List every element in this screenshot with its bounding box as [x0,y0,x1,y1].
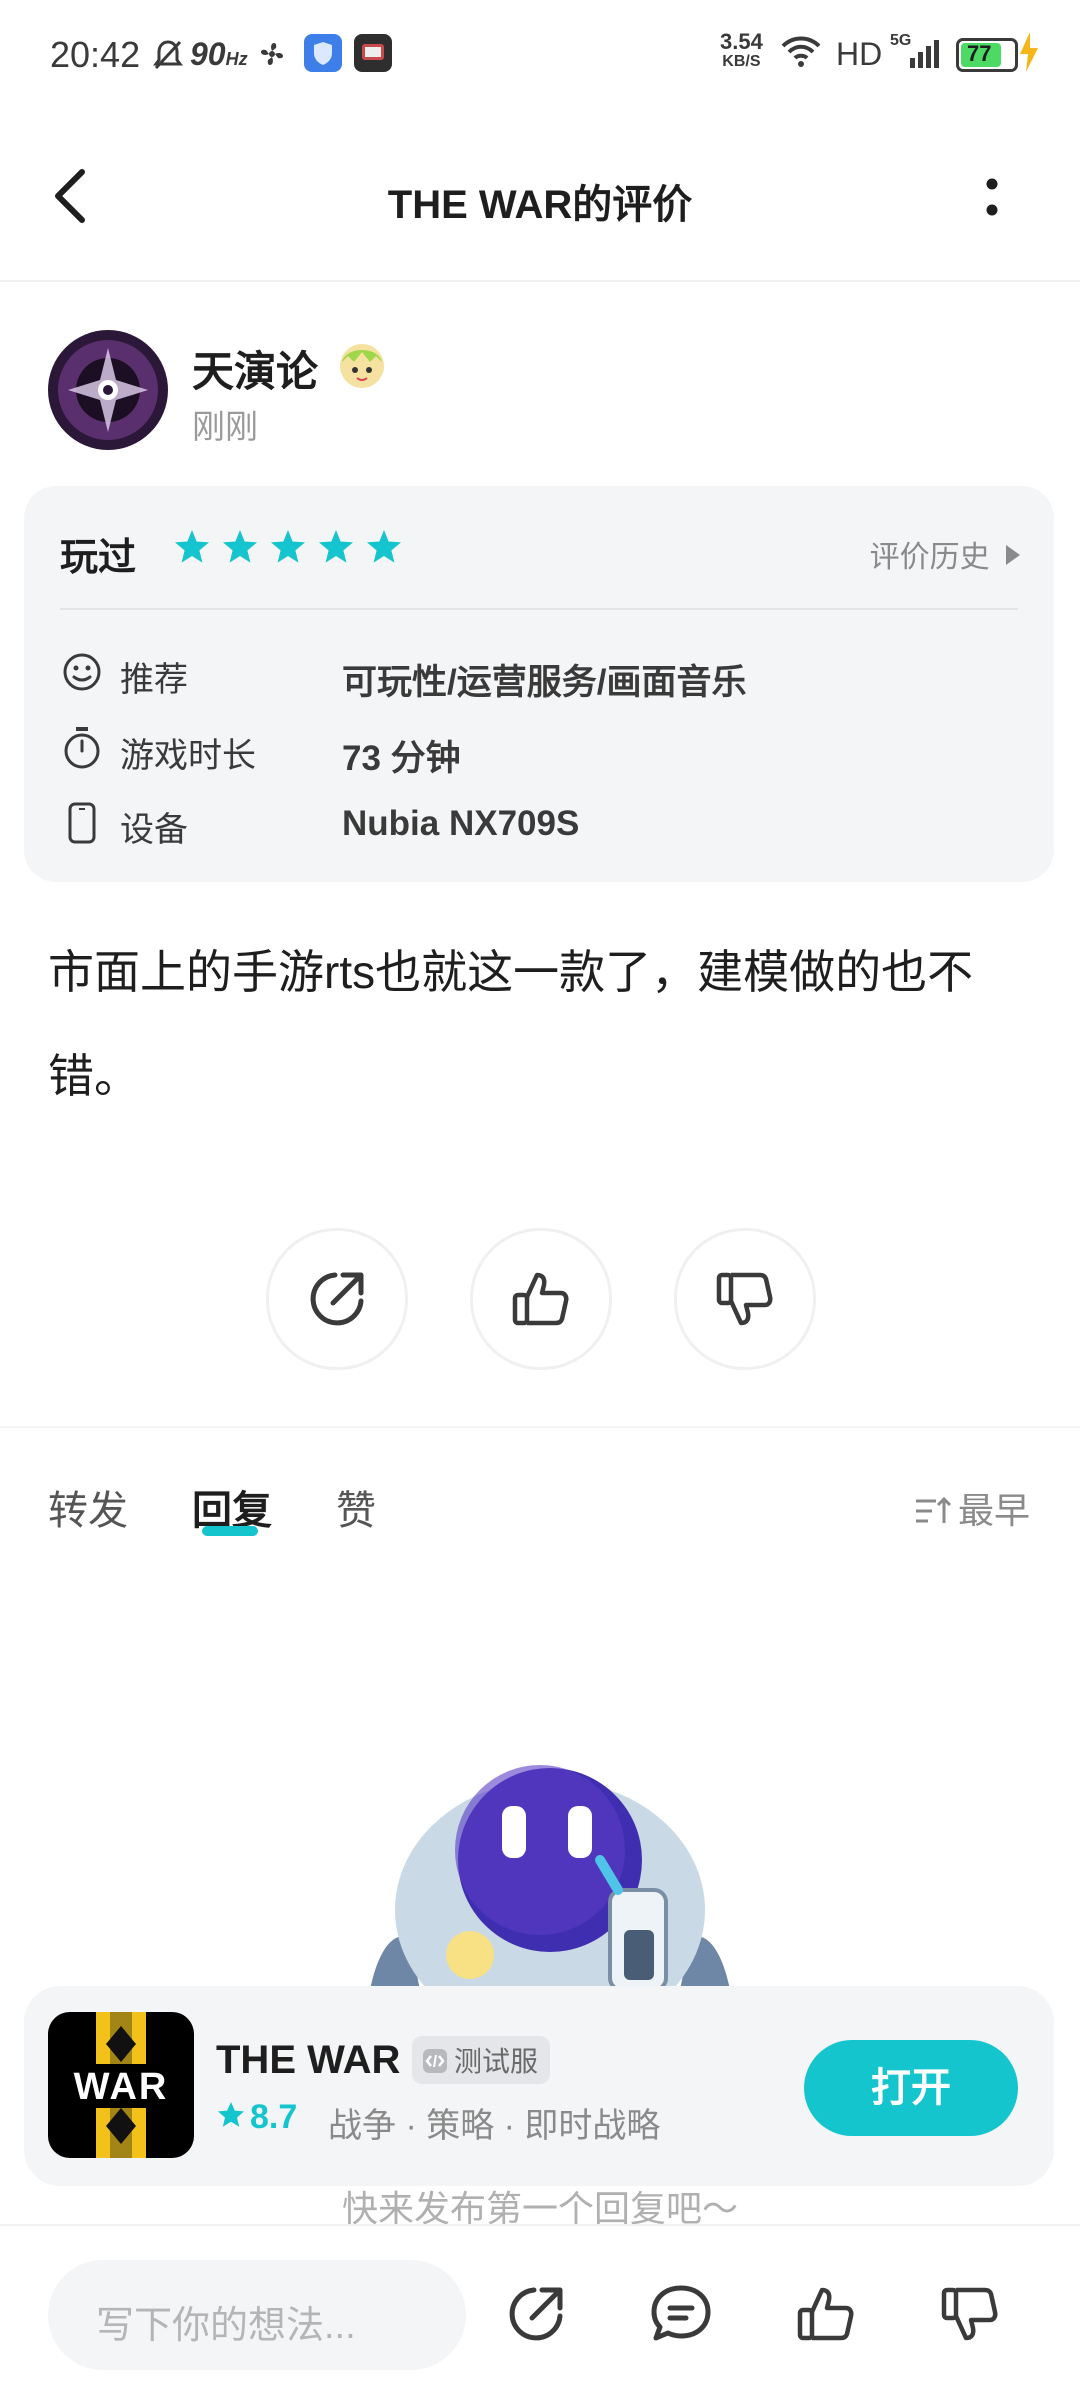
comment-input[interactable]: 写下你的想法... [48,2260,466,2370]
open-game-button[interactable]: 打开 [804,2040,1018,2136]
post-time: 刚刚 [192,408,258,445]
review-history-link[interactable]: 评价历史 [870,532,1020,576]
like-button[interactable] [470,1228,612,1370]
game-card[interactable]: WAR THE WAR 测试服 8.7 战争 · 策略 · 即时战略 打开 [24,1986,1054,2186]
phone-icon [68,802,96,844]
wifi-icon [780,34,822,70]
tab-likes[interactable]: 赞 [336,1478,376,1536]
game-logo[interactable]: WAR [48,2012,194,2158]
game-rating: 8.7 [216,2098,297,2137]
code-icon [422,2048,448,2074]
username[interactable]: 天演论 [192,338,388,399]
tab-forward[interactable]: 转发 [48,1478,128,1536]
star-icon [271,530,305,563]
charging-icon [1018,32,1040,72]
hd-indicator: HD [836,36,883,72]
active-tab-indicator [202,1526,258,1536]
status-time: 20:42 [50,34,141,75]
comment-icon[interactable] [648,2282,714,2346]
card-divider [60,608,1018,610]
username-text[interactable]: 天演论 [192,348,318,395]
shield-app-icon [304,34,342,72]
sort-icon [914,1495,952,1527]
more-options-icon[interactable] [984,176,1000,220]
row-label-device: 设备 [120,811,188,849]
app-notification-icon [354,34,392,72]
row-value-recommend: 可玩性/运营服务/画面音乐 [342,663,747,702]
status-bar: 20:42 90Hz 3.54 KB/S HD 5G 77 [0,0,1080,110]
game-tags: 战争 · 策略 · 即时战略 [328,2107,661,2145]
review-history-label[interactable]: 评价历史 [870,541,990,574]
game-rating-value: 8.7 [250,2098,298,2136]
test-server-label: 测试服 [454,2046,539,2077]
network-speed: 3.54 KB/S [720,29,763,72]
section-divider [0,1426,1080,1428]
thumbs-down-icon[interactable] [938,2282,1002,2346]
thumbs-up-icon [509,1267,573,1331]
bottom-action-bar: 写下你的想法... [0,2224,1080,2402]
share-icon [305,1267,369,1331]
share-button[interactable] [266,1228,408,1370]
played-label: 玩过 [60,537,137,579]
smile-icon [62,652,102,692]
rating-star-icon [216,2100,246,2130]
network-type: 5G [890,32,912,49]
dislike-button[interactable] [674,1228,816,1370]
thumbs-up-icon[interactable] [794,2282,858,2346]
network-speed-value: 3.54 [720,29,763,54]
user-badge-icon [336,340,388,392]
network-speed-unit: KB/S [722,53,761,70]
game-name[interactable]: THE WAR [216,2038,400,2083]
test-server-badge: 测试服 [412,2036,551,2084]
timer-icon [62,726,102,770]
page-title: THE WAR的评价 [387,183,693,227]
star-rating [174,528,414,568]
row-value-device: Nubia NX709S [342,804,580,843]
avatar[interactable] [48,330,168,450]
review-content: 市面上的手游rts也就这一款了，建模做的也不错。 [48,946,974,1102]
play-arrow-icon [1006,545,1020,565]
game-logo-text: WAR [73,2066,169,2108]
star-icon [319,530,353,563]
refresh-rate-unit: Hz [225,49,248,69]
star-icon [367,530,401,563]
mute-icon [152,38,184,72]
row-label-recommend: 推荐 [120,661,188,699]
battery-level: 77 [967,41,992,66]
row-label-playtime: 游戏时长 [120,737,256,775]
star-icon [223,530,257,563]
top-app-bar: THE WAR的评价 [0,110,1080,282]
share-icon[interactable] [504,2282,568,2346]
comment-input-placeholder[interactable]: 写下你的想法... [96,2294,356,2349]
fan-icon [256,38,288,70]
review-info-card: 玩过 评价历史 推荐 可玩性/运营服务/画面音乐 游戏时长 73 分钟 设备 N… [24,486,1054,882]
star-icon [175,530,209,563]
refresh-rate-value: 90 [190,36,226,72]
thumbs-down-icon [713,1267,777,1331]
sort-button[interactable]: 最早 [914,1482,1030,1534]
sort-label[interactable]: 最早 [958,1490,1030,1531]
empty-state-mascot [360,1740,740,1990]
signal-icon [910,38,942,68]
refresh-rate: 90Hz [190,36,248,73]
row-value-playtime: 73 分钟 [342,739,461,778]
battery-icon: 77 [956,38,1018,72]
